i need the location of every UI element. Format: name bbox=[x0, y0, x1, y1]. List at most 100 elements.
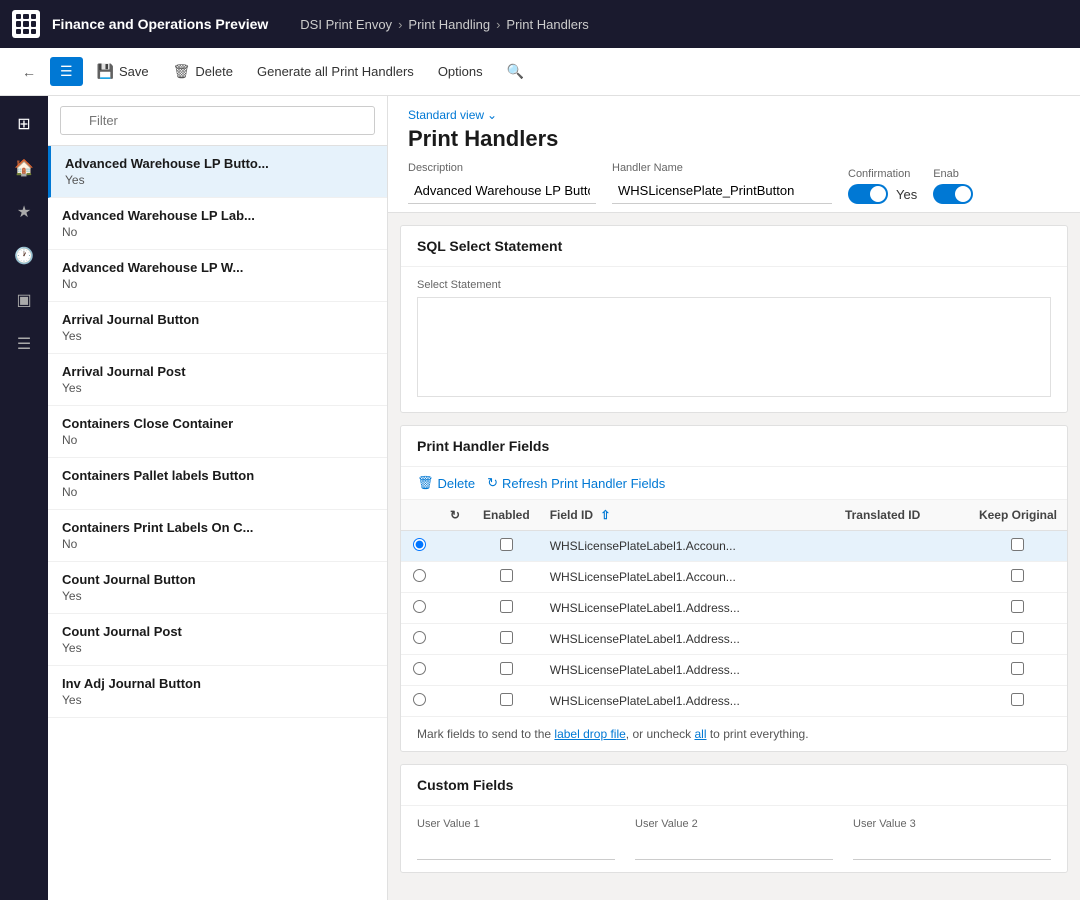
keep-original-cell-2[interactable] bbox=[969, 593, 1067, 624]
keep-original-cell-0[interactable] bbox=[969, 531, 1067, 562]
menu-icon: ☰ bbox=[60, 63, 73, 80]
delete-button[interactable]: 🗑 Delete bbox=[163, 57, 243, 86]
radio-cell-3[interactable] bbox=[401, 624, 437, 655]
breadcrumb-item-1[interactable]: DSI Print Envoy bbox=[300, 17, 392, 32]
page-title: Print Handlers bbox=[408, 126, 1060, 152]
radio-cell-4[interactable] bbox=[401, 655, 437, 686]
row-radio-1[interactable] bbox=[413, 569, 426, 582]
table-row: WHSLicensePlateLabel1.Address... bbox=[401, 593, 1067, 624]
row-radio-3[interactable] bbox=[413, 631, 426, 644]
breadcrumb-sep-1: › bbox=[398, 17, 402, 32]
description-field-group: Description bbox=[408, 162, 596, 204]
enabled-checkbox-5[interactable] bbox=[500, 693, 513, 706]
nav-modules-icon[interactable]: ☰ bbox=[6, 326, 42, 362]
nav-grid-icon[interactable]: ⊞ bbox=[6, 106, 42, 142]
keep-original-cell-4[interactable] bbox=[969, 655, 1067, 686]
custom-field-input-1[interactable] bbox=[635, 834, 833, 860]
list-item[interactable]: Arrival Journal Post Yes bbox=[48, 354, 387, 406]
list-item[interactable]: Containers Pallet labels Button No bbox=[48, 458, 387, 510]
translated-id-cell-3 bbox=[835, 624, 969, 655]
enabled-checkbox-4[interactable] bbox=[500, 662, 513, 675]
radio-cell-1[interactable] bbox=[401, 562, 437, 593]
confirmation-value: Yes bbox=[896, 187, 917, 202]
list-item-title: Arrival Journal Button bbox=[62, 312, 373, 327]
save-label: Save bbox=[119, 64, 149, 79]
row-radio-0[interactable] bbox=[413, 538, 426, 551]
enabled-checkbox-2[interactable] bbox=[500, 600, 513, 613]
enabled-cell-5[interactable] bbox=[473, 686, 540, 717]
list-item-title: Containers Pallet labels Button bbox=[62, 468, 373, 483]
row-radio-4[interactable] bbox=[413, 662, 426, 675]
list-item[interactable]: Inv Adj Journal Button Yes bbox=[48, 666, 387, 718]
list-item[interactable]: Advanced Warehouse LP Lab... No bbox=[48, 198, 387, 250]
fields-refresh-button[interactable]: ↻ Refresh Print Handler Fields bbox=[487, 475, 665, 491]
generate-button[interactable]: Generate all Print Handlers bbox=[247, 58, 424, 85]
label-drop-link[interactable]: label drop file bbox=[554, 727, 625, 741]
all-link[interactable]: all bbox=[695, 727, 707, 741]
select-statement-input[interactable] bbox=[417, 297, 1051, 397]
list-item[interactable]: Advanced Warehouse LP W... No bbox=[48, 250, 387, 302]
enabled-cell-0[interactable] bbox=[473, 531, 540, 562]
table-row: WHSLicensePlateLabel1.Address... bbox=[401, 686, 1067, 717]
enabled-cell-2[interactable] bbox=[473, 593, 540, 624]
custom-field-0: User Value 1 bbox=[417, 818, 615, 860]
keep-original-cell-5[interactable] bbox=[969, 686, 1067, 717]
row-radio-5[interactable] bbox=[413, 693, 426, 706]
description-input[interactable] bbox=[408, 178, 596, 204]
row-radio-2[interactable] bbox=[413, 600, 426, 613]
options-button[interactable]: Options bbox=[428, 58, 493, 85]
breadcrumb-sep-2: › bbox=[496, 17, 500, 32]
enabled-cell-4[interactable] bbox=[473, 655, 540, 686]
keep-original-cell-1[interactable] bbox=[969, 562, 1067, 593]
enabled-cell-1[interactable] bbox=[473, 562, 540, 593]
fields-delete-button[interactable]: 🗑 Delete bbox=[417, 475, 475, 491]
enabled-cell-3[interactable] bbox=[473, 624, 540, 655]
nav-home-icon[interactable]: 🏠 bbox=[6, 150, 42, 186]
back-button[interactable]: ← bbox=[12, 58, 46, 86]
keep-original-checkbox-2[interactable] bbox=[1011, 600, 1024, 613]
list-item-sub: No bbox=[62, 225, 373, 239]
custom-field-input-0[interactable] bbox=[417, 834, 615, 860]
keep-original-checkbox-4[interactable] bbox=[1011, 662, 1024, 675]
handler-name-field-group: Handler Name bbox=[612, 162, 832, 204]
enabled-checkbox-3[interactable] bbox=[500, 631, 513, 644]
keep-original-checkbox-5[interactable] bbox=[1011, 693, 1024, 706]
app-grid-icon[interactable] bbox=[12, 10, 40, 38]
breadcrumb-item-2[interactable]: Print Handling bbox=[408, 17, 490, 32]
list-item-sub: No bbox=[62, 485, 373, 499]
list-item[interactable]: Advanced Warehouse LP Butto... Yes bbox=[48, 146, 387, 198]
keep-original-checkbox-1[interactable] bbox=[1011, 569, 1024, 582]
radio-cell-5[interactable] bbox=[401, 686, 437, 717]
refresh-cell-3 bbox=[437, 624, 473, 655]
view-toggle[interactable]: Standard view ⌄ bbox=[408, 108, 1060, 122]
table-row: WHSLicensePlateLabel1.Address... bbox=[401, 624, 1067, 655]
filter-input[interactable] bbox=[60, 106, 375, 135]
nav-workspaces-icon[interactable]: ▣ bbox=[6, 282, 42, 318]
keep-original-cell-3[interactable] bbox=[969, 624, 1067, 655]
enabled-toggle[interactable] bbox=[933, 184, 973, 204]
keep-original-checkbox-3[interactable] bbox=[1011, 631, 1024, 644]
menu-button[interactable]: ☰ bbox=[50, 57, 83, 86]
list-items: Advanced Warehouse LP Butto... YesAdvanc… bbox=[48, 146, 387, 900]
handler-name-input[interactable] bbox=[612, 178, 832, 204]
search-button[interactable]: 🔍 bbox=[497, 57, 534, 86]
list-item[interactable]: Containers Print Labels On C... No bbox=[48, 510, 387, 562]
nav-recent-icon[interactable]: 🕐 bbox=[6, 238, 42, 274]
list-item[interactable]: Arrival Journal Button Yes bbox=[48, 302, 387, 354]
list-item[interactable]: Count Journal Post Yes bbox=[48, 614, 387, 666]
custom-field-input-2[interactable] bbox=[853, 834, 1051, 860]
list-item[interactable]: Containers Close Container No bbox=[48, 406, 387, 458]
radio-cell-0[interactable] bbox=[401, 531, 437, 562]
enabled-checkbox-1[interactable] bbox=[500, 569, 513, 582]
radio-cell-2[interactable] bbox=[401, 593, 437, 624]
breadcrumb-item-3[interactable]: Print Handlers bbox=[506, 17, 588, 32]
list-item-sub: Yes bbox=[62, 381, 373, 395]
enabled-checkbox-0[interactable] bbox=[500, 538, 513, 551]
confirmation-toggle[interactable] bbox=[848, 184, 888, 204]
keep-original-checkbox-0[interactable] bbox=[1011, 538, 1024, 551]
translated-id-cell-2 bbox=[835, 593, 969, 624]
nav-favorites-icon[interactable]: ★ bbox=[6, 194, 42, 230]
translated-id-cell-4 bbox=[835, 655, 969, 686]
list-item[interactable]: Count Journal Button Yes bbox=[48, 562, 387, 614]
save-button[interactable]: 💾 Save bbox=[87, 57, 159, 86]
